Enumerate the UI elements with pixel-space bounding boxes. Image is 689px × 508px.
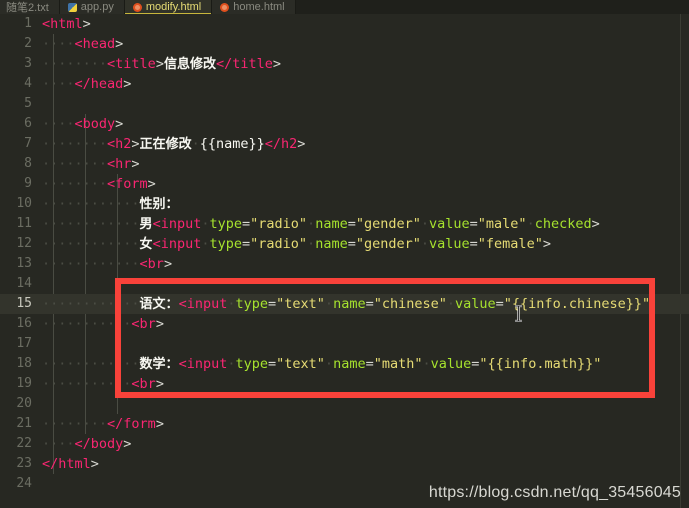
line-number: 23 [16,456,32,471]
code-line[interactable]: 23 </html> [0,454,689,474]
tab-modify-html[interactable]: modify.html [124,0,213,14]
code-line[interactable]: 9 ········<form> [0,174,689,194]
tab-label: modify.html [145,1,202,13]
code-line[interactable]: 3 ········<title>信息修改</title> [0,54,689,74]
python-file-icon [67,2,77,12]
line-content: ····</body> [42,436,132,452]
code-line[interactable]: 18 ············数学：<input·type="text"·name… [0,354,689,374]
line-number: 24 [16,476,32,491]
line-content: ········<hr> [42,156,140,172]
code-line[interactable]: 7 ········<h2>正在修改·{{name}}</h2> [0,134,689,154]
code-line[interactable]: 17 [0,334,689,354]
tab-label: 随笔2.txt [6,2,49,14]
line-content: </html> [42,456,99,472]
line-number: 14 [16,276,32,291]
code-line[interactable]: 20 [0,394,689,414]
line-number: 8 [24,156,32,171]
code-line[interactable]: 10 ············性别： [0,194,689,214]
line-number: 19 [16,376,32,391]
html-file-icon [220,2,230,12]
line-content: <html> [42,16,91,32]
code-line[interactable]: 22 ····</body> [0,434,689,454]
line-number: 6 [24,116,32,131]
code-line[interactable]: 2 ····<head> [0,34,689,54]
code-line[interactable]: 8 ········<hr> [0,154,689,174]
line-number: 11 [16,216,32,231]
line-content: ············语文：<input·type="text"·name="… [42,296,651,312]
code-line[interactable]: 11 ············男<input·type="radio"·name=… [0,214,689,234]
line-number: 5 [24,96,32,111]
line-number: 2 [24,36,32,51]
code-line[interactable]: 19 ···········<br> [0,374,689,394]
line-number: 15 [16,296,32,311]
tab-label: app.py [80,1,114,13]
line-content: ····</head> [42,76,132,92]
line-content: ···········<br> [42,316,164,332]
line-content: ········<form> [42,176,156,192]
line-number: 20 [16,396,32,411]
line-content: ···········<br> [42,376,164,392]
line-number: 16 [16,316,32,331]
line-number: 13 [16,256,32,271]
code-line[interactable]: 12 ············女<input·type="radio"·name=… [0,234,689,254]
code-line[interactable]: 5 [0,94,689,114]
code-line[interactable]: 6 ····<body> [0,114,689,134]
line-content: ············女<input·type="radio"·name="g… [42,236,551,252]
line-content: ············性别： [42,196,179,212]
line-content: ········<h2>正在修改·{{name}}</h2> [42,136,306,152]
line-number: 22 [16,436,32,451]
line-number: 12 [16,236,32,251]
watermark-url: https://blog.csdn.net/qq_35456045 [428,484,681,501]
code-line[interactable]: 14 [0,274,689,294]
line-number: 7 [24,136,32,151]
code-line[interactable]: 1 <html> [0,14,689,34]
code-line[interactable]: 21 ········</form> [0,414,689,434]
line-number: 4 [24,76,32,91]
line-number: 21 [16,416,32,431]
tab-suibi2-txt[interactable]: 随笔2.txt [0,0,60,14]
line-content: ············<br> [42,256,173,272]
code-line[interactable]: 4 ····</head> [0,74,689,94]
tab-home-html[interactable]: home.html [212,0,296,14]
tab-app-py[interactable]: app.py [59,0,125,14]
line-content: ····<body> [42,116,124,132]
tab-label: home.html [233,1,285,13]
line-content: ····<head> [42,36,124,52]
html-file-icon [132,2,142,12]
line-content: ············数学：<input·type="text"·name="… [42,356,602,372]
line-number: 1 [24,16,32,31]
code-editor-pane[interactable]: 1 <html> 2 ····<head> 3 ········<title>信息修改… [0,14,689,508]
line-content: ············男<input·type="radio"·name="g… [42,216,600,232]
line-number: 9 [24,176,32,191]
line-number: 3 [24,56,32,71]
code-line[interactable]: 13 ············<br> [0,254,689,274]
line-content: ········<title>信息修改</title> [42,56,282,72]
code-line-current[interactable]: 15 ············语文：<input·type="text"·name… [0,294,689,314]
code-lines[interactable]: 1 <html> 2 ····<head> 3 ········<title>信息修改… [0,14,689,508]
line-number: 18 [16,356,32,371]
line-number: 17 [16,336,32,351]
code-line[interactable]: 16 ···········<br> [0,314,689,334]
line-number: 10 [16,196,32,211]
editor-tab-bar: 随笔2.txt app.py modify.html home.html [0,0,689,14]
line-content: ········</form> [42,416,164,432]
